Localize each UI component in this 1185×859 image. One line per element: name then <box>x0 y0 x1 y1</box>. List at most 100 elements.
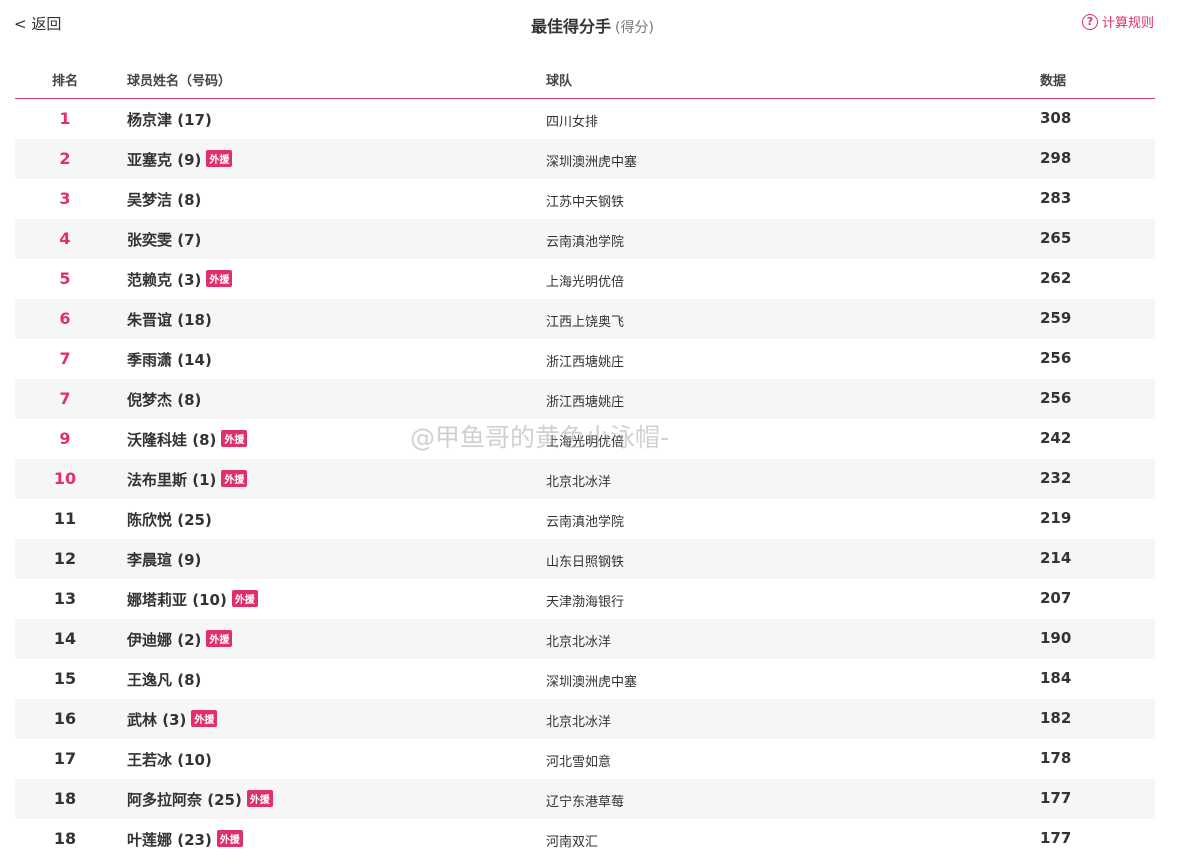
player-name-cell: 王逸凡 (8) <box>127 669 201 690</box>
player-name: 吴梦洁 (8) <box>127 191 202 209</box>
value-cell: 308 <box>1040 109 1072 127</box>
column-name: 球员姓名（号码） <box>127 74 232 89</box>
table-row[interactable]: 13 娜塔莉亚 (10) 外援 天津渤海银行 207 <box>15 579 1155 619</box>
column-value: 数据 <box>1040 74 1067 89</box>
player-name: 亚塞克 (9) <box>127 151 202 169</box>
table-row[interactable]: 16 武林 (3) 外援 北京北冰洋 182 <box>15 699 1155 739</box>
rank-cell: 12 <box>53 549 77 568</box>
rank-cell: 1 <box>59 109 71 128</box>
rank-cell: 14 <box>53 629 77 648</box>
top-bar: < 返回 最佳得分手 (得分) ? 计算规则 <box>0 0 1185 48</box>
table-row[interactable]: 5 范赖克 (3) 外援 上海光明优倍 262 <box>15 259 1155 299</box>
player-name-cell: 张奕雯 (7) <box>127 229 201 250</box>
table-header: 排名 球员姓名（号码） 球队 数据 <box>15 60 1155 99</box>
table-row[interactable]: 6 朱晋谊 (18) 江西上饶奥飞 259 <box>15 299 1155 339</box>
rank-cell: 3 <box>59 189 71 208</box>
page-title-text: 最佳得分手 <box>531 17 612 36</box>
table-row[interactable]: 1 杨京津 (17) 四川女排 308 <box>15 99 1155 139</box>
table-row[interactable]: 3 吴梦洁 (8) 江苏中天钢铁 283 <box>15 179 1155 219</box>
team-cell: 河南双汇 <box>546 835 599 850</box>
rank-cell: 17 <box>53 749 77 768</box>
value-cell: 256 <box>1040 389 1072 407</box>
value-cell: 265 <box>1040 229 1072 247</box>
player-name: 倪梦杰 (8) <box>127 391 202 409</box>
table-row[interactable]: 7 倪梦杰 (8) 浙江西塘姚庄 256 <box>15 379 1155 419</box>
team-cell: 河北雪如意 <box>546 755 612 770</box>
player-name: 沃隆科娃 (8) <box>127 431 217 449</box>
table-row[interactable]: 2 亚塞克 (9) 外援 深圳澳洲虎中塞 298 <box>15 139 1155 179</box>
value-cell: 184 <box>1040 669 1072 687</box>
team-cell: 天津渤海银行 <box>546 595 625 610</box>
foreign-badge: 外援 <box>221 430 248 447</box>
value-cell: 178 <box>1040 749 1072 767</box>
table-row[interactable]: 14 伊迪娜 (2) 外援 北京北冰洋 190 <box>15 619 1155 659</box>
team-cell: 江苏中天钢铁 <box>546 195 625 210</box>
table-row[interactable]: 7 季雨潇 (14) 浙江西塘姚庄 256 <box>15 339 1155 379</box>
team-cell: 北京北冰洋 <box>546 475 612 490</box>
player-name-cell: 沃隆科娃 (8) 外援 <box>127 429 248 450</box>
player-name-cell: 亚塞克 (9) 外援 <box>127 149 233 170</box>
rank-cell: 16 <box>53 709 77 728</box>
foreign-badge: 外援 <box>206 150 233 167</box>
player-name-cell: 吴梦洁 (8) <box>127 189 201 210</box>
rules-label: 计算规则 <box>1101 16 1154 31</box>
value-cell: 298 <box>1040 149 1072 167</box>
rank-cell: 15 <box>53 669 77 688</box>
page-subtitle: (得分) <box>615 20 654 36</box>
foreign-badge: 外援 <box>246 790 273 807</box>
team-cell: 辽宁东港草莓 <box>546 795 625 810</box>
table-row[interactable]: 15 王逸凡 (8) 深圳澳洲虎中塞 184 <box>15 659 1155 699</box>
rank-cell: 5 <box>59 269 71 288</box>
column-rank: 排名 <box>51 74 78 89</box>
table-row[interactable]: 12 李晨瑄 (9) 山东日照钢铁 214 <box>15 539 1155 579</box>
player-name: 陈欣悦 (25) <box>127 511 212 529</box>
team-cell: 深圳澳洲虎中塞 <box>546 675 638 690</box>
value-cell: 259 <box>1040 309 1072 327</box>
player-name: 叶莲娜 (23) <box>127 831 212 849</box>
team-cell: 上海光明优倍 <box>546 275 625 290</box>
help-icon: ? <box>1081 13 1098 30</box>
team-cell: 北京北冰洋 <box>546 715 612 730</box>
value-cell: 262 <box>1040 269 1072 287</box>
foreign-badge: 外援 <box>221 470 248 487</box>
player-name: 范赖克 (3) <box>127 271 202 289</box>
player-name: 李晨瑄 (9) <box>127 551 202 569</box>
player-name: 法布里斯 (1) <box>127 471 217 489</box>
player-name-cell: 娜塔莉亚 (10) 外援 <box>127 589 258 610</box>
player-name-cell: 朱晋谊 (18) <box>127 309 212 330</box>
table-row[interactable]: 11 陈欣悦 (25) 云南滇池学院 219 <box>15 499 1155 539</box>
player-name: 张奕雯 (7) <box>127 231 202 249</box>
player-name: 朱晋谊 (18) <box>127 311 212 329</box>
player-name: 武林 (3) <box>127 711 187 729</box>
team-cell: 深圳澳洲虎中塞 <box>546 155 638 170</box>
rank-cell: 9 <box>59 429 71 448</box>
value-cell: 256 <box>1040 349 1072 367</box>
rules-link[interactable]: ? 计算规则 <box>1081 12 1154 31</box>
player-name-cell: 季雨潇 (14) <box>127 349 212 370</box>
player-name: 杨京津 (17) <box>127 111 212 129</box>
value-cell: 190 <box>1040 629 1072 647</box>
table-row[interactable]: 9 沃隆科娃 (8) 外援 上海光明优倍 242 <box>15 419 1155 459</box>
player-name-cell: 李晨瑄 (9) <box>127 549 201 570</box>
foreign-badge: 外援 <box>206 270 233 287</box>
player-name-cell: 杨京津 (17) <box>127 109 212 130</box>
table-row[interactable]: 10 法布里斯 (1) 外援 北京北冰洋 232 <box>15 459 1155 499</box>
table-row[interactable]: 18 阿多拉阿奈 (25) 外援 辽宁东港草莓 177 <box>15 779 1155 819</box>
rank-cell: 7 <box>59 389 71 408</box>
player-name-cell: 法布里斯 (1) 外援 <box>127 469 248 490</box>
ranking-table: 1 杨京津 (17) 四川女排 308 2 亚塞克 (9) 外援 深圳澳洲虎中塞 298 3 吴梦洁… <box>15 99 1155 859</box>
team-cell: 浙江西塘姚庄 <box>546 395 625 410</box>
team-cell: 云南滇池学院 <box>546 235 625 250</box>
team-cell: 浙江西塘姚庄 <box>546 355 625 370</box>
foreign-badge: 外援 <box>206 630 233 647</box>
table-row[interactable]: 18 叶莲娜 (23) 外援 河南双汇 177 <box>15 819 1155 859</box>
player-name: 阿多拉阿奈 (25) <box>127 791 242 809</box>
team-cell: 四川女排 <box>546 115 599 130</box>
rank-cell: 7 <box>59 349 71 368</box>
player-name: 王若冰 (10) <box>127 751 212 769</box>
player-name: 季雨潇 (14) <box>127 351 212 369</box>
rank-cell: 10 <box>53 469 77 488</box>
team-cell: 北京北冰洋 <box>546 635 612 650</box>
table-row[interactable]: 17 王若冰 (10) 河北雪如意 178 <box>15 739 1155 779</box>
table-row[interactable]: 4 张奕雯 (7) 云南滇池学院 265 <box>15 219 1155 259</box>
